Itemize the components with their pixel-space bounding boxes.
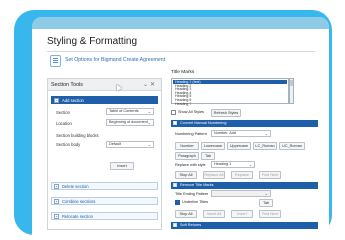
title-marks-label: Title Marks [171,70,195,75]
replace-style-value: Heading 1 [214,162,232,166]
tab-button[interactable]: Tab [259,199,273,207]
replace-style-select[interactable]: Heading 1 ⌄ [211,161,255,168]
chevron-down-icon: ⌄ [248,162,252,167]
add-section-accordion[interactable]: − Add section [51,96,158,104]
expand-icon[interactable]: + [54,199,59,204]
insert-button[interactable]: Insert [110,162,134,170]
underline-titles-label: Underline Titles [182,200,209,204]
remove-title-section[interactable]: Remove Title Marks [171,182,318,189]
soft-returns-label: Soft Returns [180,223,202,227]
combine-sections-label: Combine sections [62,199,96,204]
expand-icon[interactable]: + [54,184,59,189]
stop-all-button[interactable]: Stop All [175,210,197,218]
title-ending-select[interactable]: ⌄ [211,190,271,197]
numbering-pattern-select[interactable]: Number. Add ⌄ [211,130,271,137]
section-select-value: Table of Contents [109,109,139,113]
location-label: Location [56,121,72,126]
section-body-select-value: Default [109,142,122,146]
chevron-down-icon: ⌄ [147,120,151,125]
document-icon [50,55,61,67]
window-title-bar [32,17,329,29]
options-subtitle: Set Options for Bigmand Create Agreement [65,57,166,63]
expand-icon[interactable] [173,223,177,227]
collapse-icon[interactable] [173,183,177,187]
section-body-select[interactable]: Default ⌄ [106,141,154,148]
expand-icon[interactable]: + [54,214,59,219]
paragraph-button[interactable]: Paragraph [175,152,199,160]
uppercase-button[interactable]: Uppercase [227,142,251,150]
insert-button[interactable]: Insert [231,210,253,218]
relocate-section-label: Relocate section [62,214,93,219]
find-next-button[interactable]: Find Next [259,171,281,179]
find-next-button[interactable]: Find Next [259,210,281,218]
delete-section-label: Delete section [62,184,89,189]
building-blocks-label: Section building blocks [56,133,99,138]
number-button[interactable]: Number [175,142,199,150]
page-title: Styling & Formatting [47,36,138,47]
title-marks-list[interactable]: Heading 1 (text) Heading 2 Heading 3 Hea… [171,78,289,106]
section-body-label: Section body [56,142,81,147]
lc-roman-button[interactable]: LC_Roman [253,142,277,150]
convert-numbering-section[interactable]: Convert Manual Numbering [171,120,318,127]
screenshot-stage: Styling & Formatting Set Options for Big… [0,0,345,240]
show-all-styles-label: Show All Styles [178,110,204,114]
underline-titles-checkbox[interactable] [175,200,180,205]
section-tools-panel: Section Tools ⌄✕ − Add section Section T… [47,78,162,230]
chevron-down-icon: ⌄ [264,131,268,136]
replace-style-label: Replace with style [175,163,206,167]
replace-button[interactable]: Replace [231,171,253,179]
stop-all-button[interactable]: Stop All [175,171,197,179]
app-window: Styling & Formatting Set Options for Big… [32,17,329,235]
chevron-down-icon: ⌄ [147,109,151,114]
dropdown-icon[interactable]: ⌄ [143,82,150,88]
remove-title-label: Remove Title Marks [180,183,214,187]
list-scrollbar[interactable] [289,78,294,104]
convert-numbering-label: Convert Manual Numbering [180,121,227,125]
collapse-icon[interactable] [173,121,177,125]
collapse-icon[interactable]: − [54,98,59,103]
numbering-pattern-value: Number. Add [214,131,236,135]
chevron-down-icon: ⌄ [147,142,151,147]
title-ending-label: Title Ending Pattern [175,192,209,196]
replace-all-button[interactable]: Replace All [203,171,225,179]
refresh-styles-button[interactable]: Refresh Styles [211,109,241,117]
lowercase-button[interactable]: Lowercase [201,142,225,150]
combine-sections-accordion[interactable]: + Combine sections [51,197,158,205]
insert-all-button[interactable]: Insert All [203,210,225,218]
soft-returns-section[interactable]: Soft Returns [171,222,318,229]
show-all-styles-checkbox[interactable] [171,110,176,115]
chevron-down-icon: ⌄ [264,191,268,196]
panel-controls: ⌄✕ [143,81,157,88]
location-select-value: Beginning of document [109,120,148,124]
location-select[interactable]: Beginning of document ⌄ [106,119,154,126]
section-tools-header: Section Tools ⌄✕ [48,79,161,91]
close-icon[interactable]: ✕ [150,82,157,88]
delete-section-accordion[interactable]: + Delete section [51,182,158,190]
title-divider [47,51,315,52]
list-item[interactable]: Heading 7 [173,102,287,106]
section-tools-title: Section Tools [51,82,83,88]
add-section-label: Add section [62,98,84,103]
tab-button[interactable]: Tab [201,152,215,160]
relocate-section-accordion[interactable]: + Relocate section [51,212,158,220]
title-marks-panel: Title Marks Heading 1 (text) Heading 2 H… [171,70,318,235]
section-label: Section [56,110,70,115]
section-select[interactable]: Table of Contents ⌄ [106,108,154,115]
uc-roman-button[interactable]: UC_Roman [279,142,305,150]
numbering-pattern-label: Numbering Pattern [175,132,207,136]
